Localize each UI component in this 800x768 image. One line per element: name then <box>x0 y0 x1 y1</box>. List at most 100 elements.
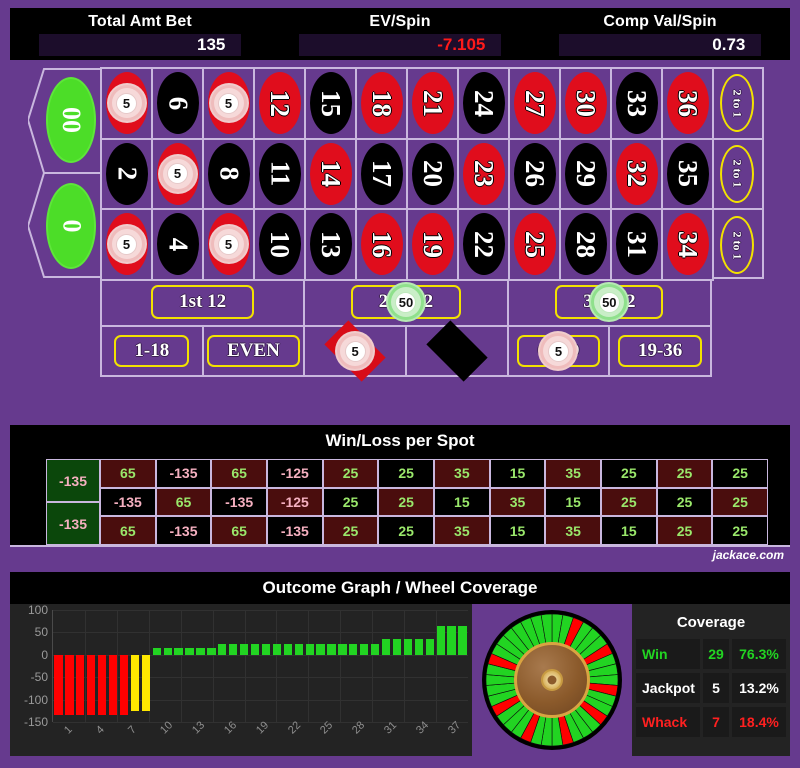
dozen-bet-1[interactable]: 1st 12 <box>102 279 306 325</box>
bet-spot-9[interactable]: 95 <box>204 69 255 140</box>
chip-inner: 5 <box>167 163 188 185</box>
winloss-value: 25 <box>676 465 693 482</box>
bet-spot-21[interactable]: 21 <box>408 69 459 140</box>
bet-spot-28[interactable]: 28 <box>561 210 612 281</box>
bet-spot-0[interactable]: 0 <box>28 173 100 279</box>
x-axis-tick: 7 <box>126 723 139 737</box>
bet-chip[interactable]: 50 <box>594 287 625 317</box>
bet-spot-30[interactable]: 30 <box>561 69 612 140</box>
number-oval: 11 <box>258 142 301 205</box>
column-bet-ellipse: 2 to 1 <box>720 144 754 203</box>
winloss-cell: 35 <box>434 516 490 545</box>
bet-chip[interactable]: 5 <box>162 158 193 189</box>
y-axis-tick: -50 <box>30 670 48 685</box>
bet-spot-24[interactable]: 24 <box>459 69 510 140</box>
bar-slot <box>108 610 119 722</box>
bet-spot-35[interactable]: 35 <box>663 139 714 211</box>
bet-chip[interactable]: 5 <box>213 229 244 260</box>
outside-bet-odd[interactable]: ODD5 <box>509 327 611 375</box>
bet-spot-29[interactable]: 29 <box>561 139 612 211</box>
bet-spot-16[interactable]: 16 <box>357 210 408 281</box>
bet-chip[interactable]: 50 <box>390 287 421 317</box>
column-bet-1[interactable]: 2 to 1 <box>712 69 762 140</box>
zero-label: 0 <box>57 219 86 233</box>
outside-bet-1-18[interactable]: 1-18 <box>102 327 204 375</box>
bet-spot-6[interactable]: 6 <box>153 69 204 140</box>
winloss-cell: 25 <box>712 516 768 545</box>
bet-spot-17[interactable]: 17 <box>357 139 408 211</box>
bet-spot-14[interactable]: 14 <box>306 139 357 211</box>
coverage-count: 5 <box>703 673 729 703</box>
winloss-cell: 35 <box>545 516 601 545</box>
bet-spot-1[interactable]: 15 <box>102 210 153 281</box>
bet-chip[interactable]: 5 <box>340 336 371 366</box>
outside-bet-red[interactable]: 5 <box>305 327 407 375</box>
bet-spot-3[interactable]: 35 <box>102 69 153 140</box>
bet-spot-13[interactable]: 13 <box>306 210 357 281</box>
bet-spot-20[interactable]: 20 <box>408 139 459 211</box>
number-oval: 30 <box>564 72 607 135</box>
outcome-chart: 100 50 0 -50 -100 -150 1 4 7 10 13 16 19 22 25 28 31 34 3… <box>10 603 472 756</box>
column-bet-2[interactable]: 2 to 1 <box>712 140 762 211</box>
bar-slot <box>315 610 326 722</box>
number-oval: 33 <box>615 72 658 135</box>
dozen-label: 1st 12 <box>179 291 227 312</box>
bet-chip[interactable]: 5 <box>111 229 142 260</box>
wheel-coverage <box>472 604 632 756</box>
outside-bet-black[interactable] <box>407 327 509 375</box>
number-grid: 3569512151821242730333625581114172023262… <box>100 67 714 281</box>
bet-spot-34[interactable]: 34 <box>663 210 714 281</box>
number-oval: 26 <box>513 142 556 205</box>
bet-spot-00[interactable]: 00 <box>28 67 100 173</box>
bar-slot <box>348 610 359 722</box>
bet-spot-27[interactable]: 27 <box>510 69 561 140</box>
outside-label: 1-18 <box>134 340 170 361</box>
bet-spot-26[interactable]: 26 <box>510 139 561 211</box>
bar-slot <box>119 610 130 722</box>
bet-spot-11[interactable]: 11 <box>255 139 306 211</box>
column-bets: 2 to 1 2 to 1 2 to 1 <box>712 67 764 279</box>
bar-slot <box>403 610 414 722</box>
outside-bet-19-36[interactable]: 19-36 <box>610 327 712 375</box>
bar-slot <box>75 610 86 722</box>
number-label: 13 <box>316 230 346 258</box>
bet-spot-36[interactable]: 36 <box>663 69 714 140</box>
bet-spot-15[interactable]: 15 <box>306 69 357 140</box>
bet-spot-12[interactable]: 12 <box>255 69 306 140</box>
number-oval: 2 <box>105 142 148 205</box>
winloss-cell: -135 <box>100 487 156 517</box>
number-label: 10 <box>265 230 295 258</box>
bet-spot-8[interactable]: 8 <box>204 139 255 211</box>
bet-spot-25[interactable]: 25 <box>510 210 561 281</box>
dozen-pill: 2nd 1250 <box>350 285 462 319</box>
bet-spot-4[interactable]: 4 <box>153 210 204 281</box>
bet-spot-5[interactable]: 55 <box>153 139 204 211</box>
dozen-bet-3[interactable]: 3rd 1250 <box>509 279 712 325</box>
stat-ev-per-spin: EV/Spin -7.105 <box>270 8 530 60</box>
bet-chip[interactable]: 5 <box>543 336 574 366</box>
bet-spot-10[interactable]: 10 <box>255 210 306 281</box>
outside-pill: 19-36 <box>617 335 703 367</box>
column-bet-3[interactable]: 2 to 1 <box>712 210 762 281</box>
bet-spot-31[interactable]: 31 <box>612 210 663 281</box>
winloss-value: 15 <box>454 493 470 510</box>
winloss-cell: -125 <box>267 487 323 517</box>
bet-spot-23[interactable]: 23 <box>459 139 510 211</box>
wheel-pin <box>547 675 557 685</box>
bet-spot-22[interactable]: 22 <box>459 210 510 281</box>
dozen-bet-2[interactable]: 2nd 1250 <box>305 279 509 325</box>
bet-spot-18[interactable]: 18 <box>357 69 408 140</box>
bet-spot-33[interactable]: 33 <box>612 69 663 140</box>
bet-chip[interactable]: 5 <box>213 88 244 119</box>
bet-spot-19[interactable]: 19 <box>408 210 459 281</box>
bet-spot-2[interactable]: 2 <box>102 139 153 211</box>
outside-bet-even[interactable]: EVEN <box>204 327 306 375</box>
number-label: 18 <box>367 89 397 117</box>
bet-spot-7[interactable]: 75 <box>204 210 255 281</box>
bet-chip[interactable]: 5 <box>111 88 142 119</box>
coverage-count: 29 <box>703 639 729 669</box>
winloss-cell: 65 <box>100 516 156 545</box>
bar <box>130 654 140 711</box>
bet-spot-32[interactable]: 32 <box>612 139 663 211</box>
bar-slot <box>162 610 173 722</box>
